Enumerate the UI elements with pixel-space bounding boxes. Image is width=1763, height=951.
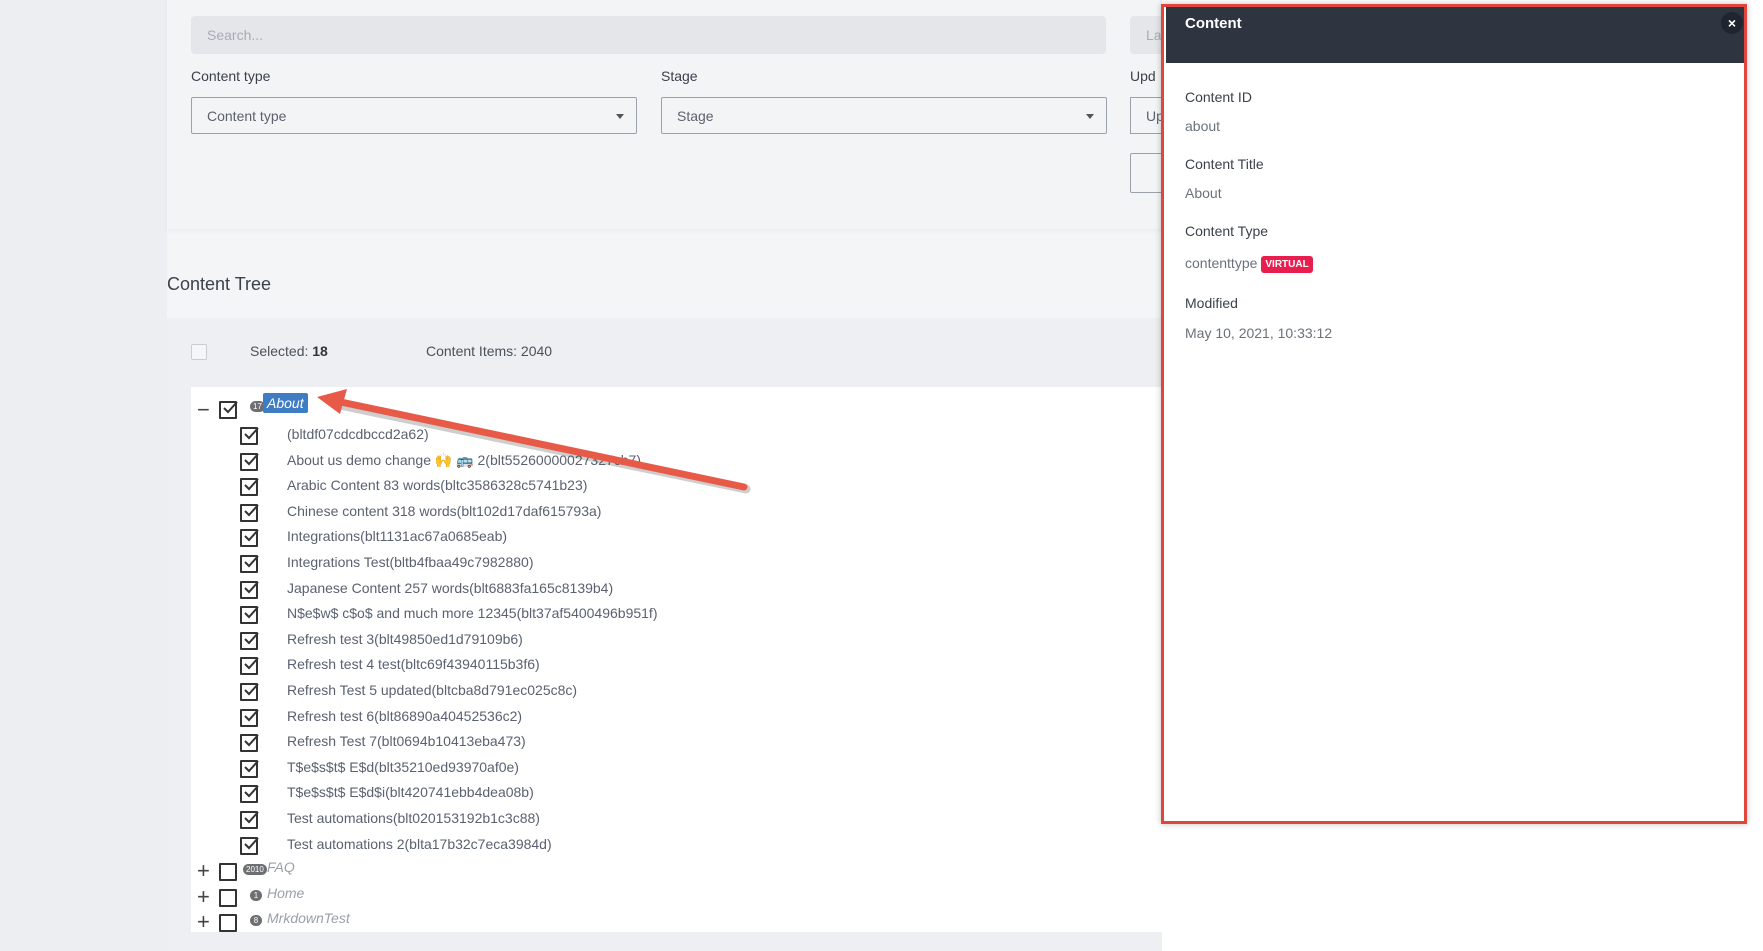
node-checkbox[interactable] xyxy=(219,863,237,881)
node-checkbox[interactable] xyxy=(240,580,259,599)
tree-node-child[interactable]: Refresh test 6(blt86890a40452536c2) xyxy=(287,708,522,732)
check-icon xyxy=(244,708,259,722)
tree-node-child[interactable]: Test automations 2(blta17b32c7eca3984d) xyxy=(287,836,552,860)
node-checkbox[interactable] xyxy=(240,555,259,573)
node-checkbox[interactable] xyxy=(219,401,238,419)
selected-count-value: 18 xyxy=(312,343,328,359)
node-count-badge: 8 xyxy=(250,915,262,927)
content-type-label: Content type xyxy=(191,68,271,84)
tree-node-child[interactable]: About us demo change 🙌 🚌 2(blt5526000002… xyxy=(287,452,641,476)
tree-node-child[interactable]: T$e$s$t$ E$d$i(blt420741ebb4dea08b) xyxy=(287,784,534,808)
check-icon xyxy=(244,529,259,542)
tree-node-child[interactable]: Refresh test 4 test(bltc69f43940115b3f6) xyxy=(287,656,540,680)
node-checkbox[interactable] xyxy=(240,606,259,625)
tree-node-child[interactable]: Refresh test 3(blt49850ed1d79109b6) xyxy=(287,631,523,655)
tree-node-child[interactable]: Refresh Test 7(blt0694b10413eba473) xyxy=(287,733,526,757)
selected-count: Selected: 18 xyxy=(250,343,328,359)
expand-icon[interactable]: + xyxy=(197,860,210,882)
node-checkbox[interactable] xyxy=(240,683,259,701)
annotation-highlight-frame xyxy=(1161,4,1747,824)
left-background xyxy=(0,0,167,951)
expand-icon[interactable]: + xyxy=(197,911,210,933)
node-count-badge: 1 xyxy=(250,889,262,901)
check-icon xyxy=(244,580,259,594)
selected-label: Selected: xyxy=(250,343,309,359)
tree-node-child[interactable]: Test automations(blt020153192b1c3c88) xyxy=(287,810,540,834)
tree-node-child[interactable]: (bltdf07cdcdbccd2a62) xyxy=(287,426,429,450)
node-checkbox[interactable] xyxy=(240,657,259,676)
tree-node-faq[interactable]: FAQ xyxy=(267,859,295,875)
node-count-badge: 2010 xyxy=(243,864,267,875)
content-tree-title: Content Tree xyxy=(167,274,272,294)
node-checkbox[interactable] xyxy=(240,708,259,727)
check-icon xyxy=(244,452,259,466)
check-icon xyxy=(244,606,259,619)
chevron-down-icon xyxy=(1086,114,1094,119)
node-checkbox[interactable] xyxy=(240,478,259,497)
tree-node-child[interactable]: T$e$s$t$ E$d(blt35210ed93970af0e) xyxy=(287,759,519,783)
check-icon xyxy=(244,427,259,440)
chevron-down-icon xyxy=(616,114,624,119)
check-icon xyxy=(244,478,259,491)
node-checkbox[interactable] xyxy=(240,836,259,855)
node-checkbox[interactable] xyxy=(240,452,259,471)
content-type-select[interactable]: Content type xyxy=(191,97,637,134)
check-icon xyxy=(223,401,238,414)
stage-select[interactable]: Stage xyxy=(661,97,1107,134)
node-checkbox[interactable] xyxy=(219,914,237,933)
content-items-count: Content Items: 2040 xyxy=(426,343,553,359)
tree-node-child[interactable]: N$e$w$ c$o$ and much more 12345(blt37af5… xyxy=(287,605,658,629)
check-icon xyxy=(244,683,259,696)
tree-node-child[interactable]: Arabic Content 83 words(bltc3586328c5741… xyxy=(287,477,587,501)
node-checkbox[interactable] xyxy=(240,811,259,829)
check-icon xyxy=(244,836,259,850)
tree-node-child[interactable]: Japanese Content 257 words(blt6883fa165c… xyxy=(287,580,613,604)
expand-icon[interactable]: + xyxy=(197,885,210,907)
tree-node-child[interactable]: Integrations(blt1131ac67a0685eab) xyxy=(287,528,507,552)
collapse-icon[interactable]: − xyxy=(197,399,210,421)
node-checkbox[interactable] xyxy=(240,503,259,522)
check-icon xyxy=(244,811,259,824)
tree-node-home[interactable]: Home xyxy=(267,885,304,901)
tree-node-about[interactable]: About xyxy=(263,393,308,413)
check-icon xyxy=(244,734,259,747)
node-checkbox[interactable] xyxy=(240,529,259,548)
check-icon xyxy=(244,555,259,568)
tree-node-child[interactable]: Chinese content 318 words(blt102d17daf61… xyxy=(287,503,601,527)
tree-node-mrkdowntest[interactable]: MrkdownTest xyxy=(267,910,350,926)
node-checkbox[interactable] xyxy=(240,785,259,804)
check-icon xyxy=(244,760,259,773)
check-icon xyxy=(244,504,259,517)
search-input[interactable]: Search... xyxy=(191,16,1106,54)
stage-label: Stage xyxy=(661,68,698,84)
check-icon xyxy=(244,785,259,798)
check-icon xyxy=(244,657,259,670)
node-checkbox[interactable] xyxy=(240,759,259,778)
content-type-select-value: Content type xyxy=(207,108,287,124)
updated-label: Upd xyxy=(1130,68,1156,84)
stage-select-value: Stage xyxy=(677,108,714,124)
select-all-checkbox[interactable] xyxy=(191,344,207,360)
node-checkbox[interactable] xyxy=(240,427,259,445)
check-icon xyxy=(244,632,259,645)
node-checkbox[interactable] xyxy=(240,734,259,753)
node-checkbox[interactable] xyxy=(240,631,259,650)
tree-node-child[interactable]: Refresh Test 5 updated(bltcba8d791ec025c… xyxy=(287,682,577,706)
node-checkbox[interactable] xyxy=(219,888,237,907)
tree-node-child[interactable]: Integrations Test(bltb4fbaa49c7982880) xyxy=(287,554,533,578)
